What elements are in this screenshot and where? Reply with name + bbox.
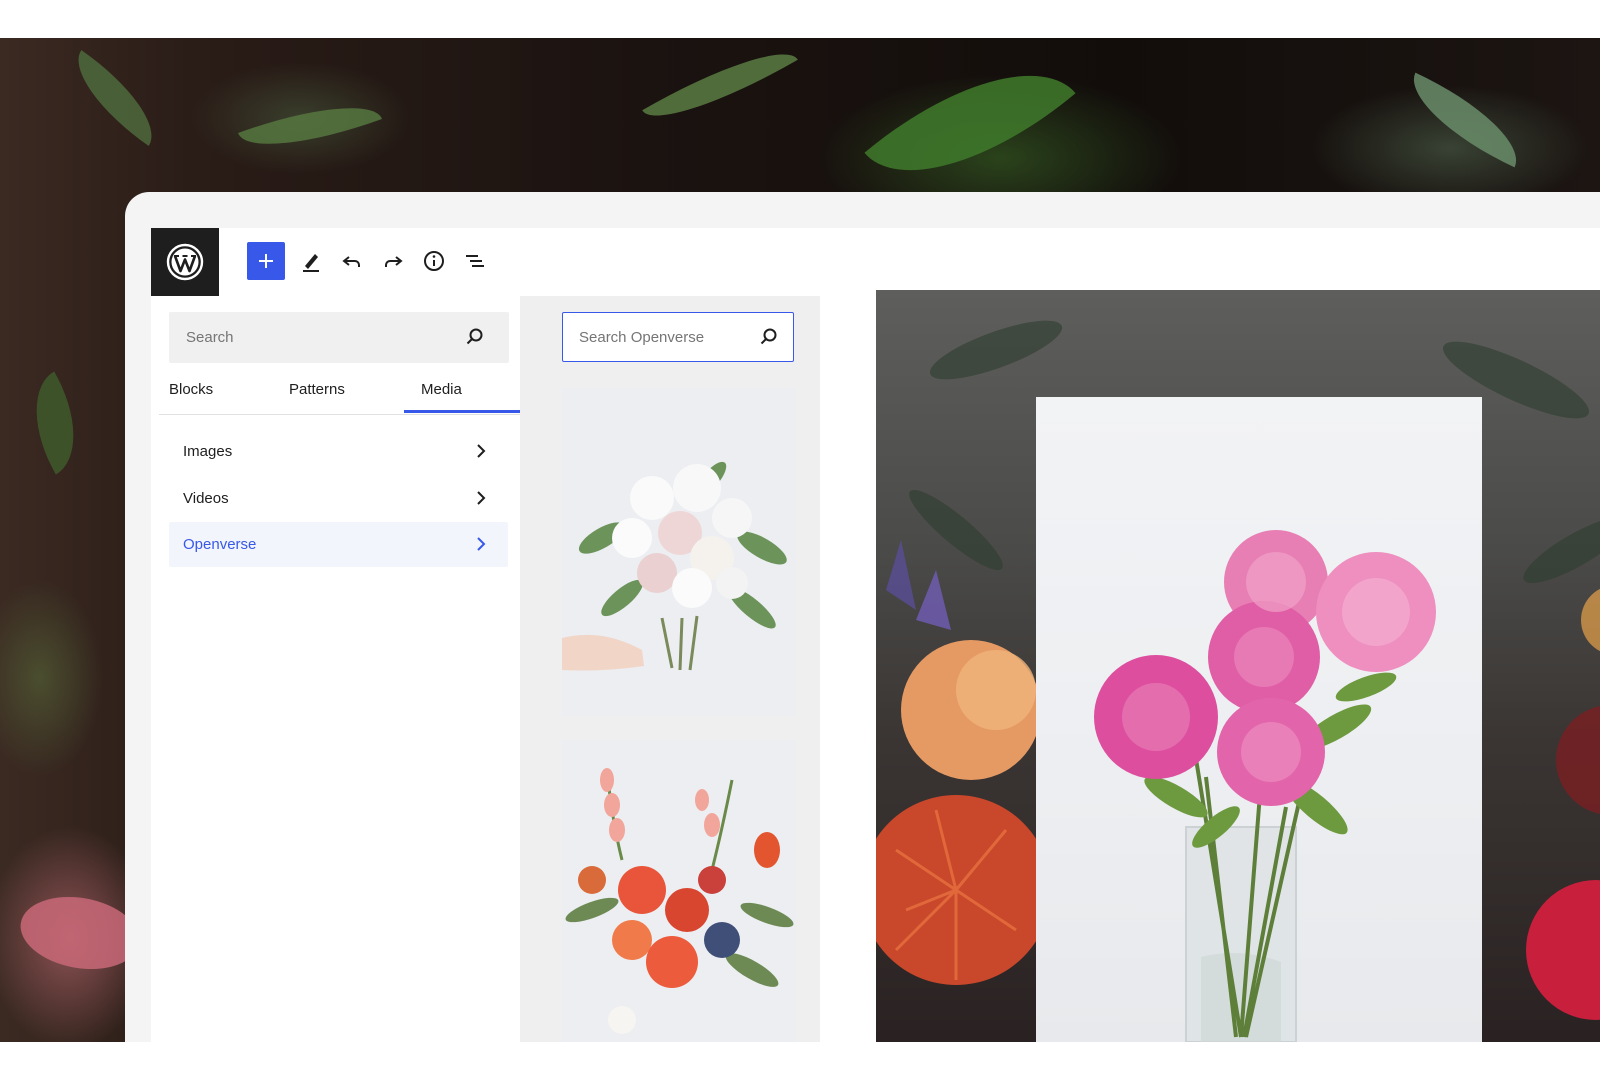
inserter-search-input[interactable]: Search [169, 312, 509, 363]
orange-red-flower-arrangement [562, 740, 796, 1042]
leaf-decoration [642, 30, 798, 140]
chevron-right-icon [477, 491, 486, 505]
editor-canvas[interactable] [876, 290, 1600, 1042]
search-placeholder: Search [186, 329, 234, 346]
category-images[interactable]: Images [169, 429, 508, 474]
chevron-right-icon [477, 537, 486, 551]
category-label: Openverse [183, 536, 257, 553]
search-icon [760, 328, 777, 345]
inserter-tabs: Blocks Patterns Media [159, 372, 520, 415]
openverse-search-input[interactable]: Search Openverse [562, 312, 794, 362]
redo-button[interactable] [374, 242, 412, 280]
undo-button[interactable] [333, 242, 371, 280]
category-label: Videos [183, 490, 229, 507]
wordpress-logo-icon[interactable] [151, 228, 219, 296]
plus-icon [259, 254, 273, 268]
openverse-result-image[interactable] [562, 388, 796, 716]
search-placeholder: Search Openverse [579, 329, 705, 346]
leaf-decoration [10, 371, 100, 475]
edit-pen-icon [303, 254, 319, 272]
search-icon [466, 328, 483, 345]
openverse-results-panel: Search Openverse [520, 296, 820, 1042]
leaf-decoration [238, 85, 382, 167]
active-tab-indicator [404, 410, 520, 413]
block-editor: Search Blocks Patterns Media Images Vide… [151, 228, 1600, 1042]
leaf-decoration [58, 50, 172, 146]
category-label: Images [183, 443, 233, 460]
block-inserter-panel: Search Blocks Patterns Media Images Vide… [159, 296, 520, 1042]
undo-icon [342, 256, 360, 267]
details-button[interactable] [415, 242, 453, 280]
pink-peonies-in-glass-vase [1094, 530, 1436, 1042]
list-view-icon [466, 255, 484, 267]
tab-patterns[interactable]: Patterns [289, 381, 345, 398]
white-pink-rose-bouquet [562, 388, 796, 716]
redo-icon [385, 256, 403, 267]
tab-blocks[interactable]: Blocks [169, 381, 213, 398]
add-block-button[interactable] [247, 242, 285, 280]
chevron-right-icon [477, 444, 486, 458]
list-view-button[interactable] [456, 242, 494, 280]
edit-tool-button[interactable] [292, 242, 330, 280]
openverse-result-image[interactable] [562, 740, 796, 1042]
category-openverse[interactable]: Openverse [169, 522, 508, 567]
tab-media[interactable]: Media [421, 381, 462, 398]
info-icon [424, 251, 444, 271]
leaf-decoration [1396, 72, 1534, 168]
editor-window: Search Blocks Patterns Media Images Vide… [125, 192, 1600, 1042]
category-videos[interactable]: Videos [169, 476, 508, 521]
featured-image-peonies[interactable] [1036, 397, 1482, 1042]
